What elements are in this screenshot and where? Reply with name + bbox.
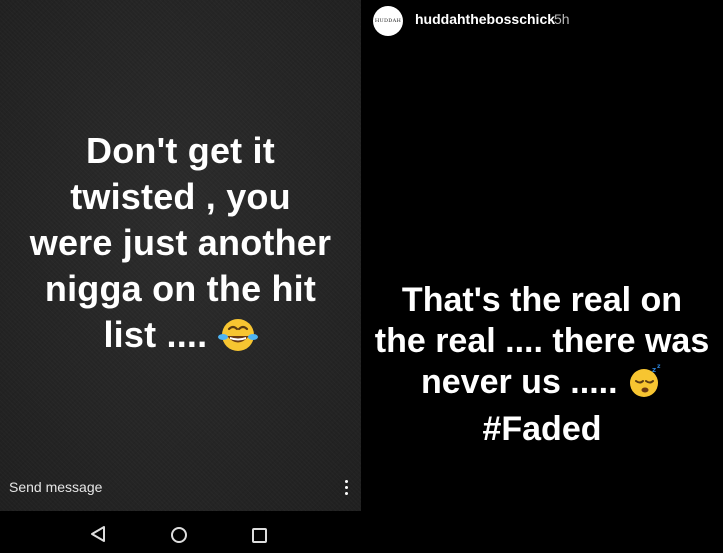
more-vertical-icon[interactable] <box>338 477 354 497</box>
story-caption: Don't get it twisted , you were just ano… <box>0 128 361 364</box>
home-icon[interactable] <box>171 527 187 543</box>
caption-line: list .... <box>103 314 208 355</box>
post-timestamp: 5h <box>554 11 570 27</box>
caption-line: Don't get it <box>86 130 275 171</box>
caption-line: never us ..... <box>421 363 618 401</box>
caption-line: twisted , you <box>70 176 291 217</box>
svg-text:z: z <box>652 366 656 374</box>
username[interactable]: huddahthebosschick <box>415 11 555 27</box>
left-story-panel: Don't get it twisted , you were just ano… <box>0 0 361 511</box>
avatar-logo-text: HUDDAH <box>374 18 402 24</box>
send-message-input[interactable]: Send message <box>9 479 102 495</box>
caption-line: the real .... there was <box>374 322 710 360</box>
right-story-panel: HUDDAH huddahthebosschick 5h That's the … <box>361 0 723 553</box>
recents-icon[interactable] <box>252 528 267 543</box>
avatar[interactable]: HUDDAH <box>373 6 403 36</box>
tears-of-joy-emoji-icon <box>217 317 258 364</box>
caption-line-with-emoji: never us ..... z z <box>361 362 723 409</box>
caption-line-last: list .... <box>0 312 361 364</box>
android-navigation-bar <box>0 511 361 553</box>
sleeping-face-emoji-icon: z z <box>627 363 663 409</box>
story-caption: That's the real on the real .... there w… <box>361 280 723 450</box>
caption-line: were just another <box>29 222 332 263</box>
caption-hashtag: #Faded <box>482 410 602 448</box>
caption-line: That's the real on <box>401 281 683 319</box>
svg-text:z: z <box>657 363 661 370</box>
back-icon[interactable] <box>90 525 106 548</box>
caption-line: nigga on the hit <box>44 268 317 309</box>
